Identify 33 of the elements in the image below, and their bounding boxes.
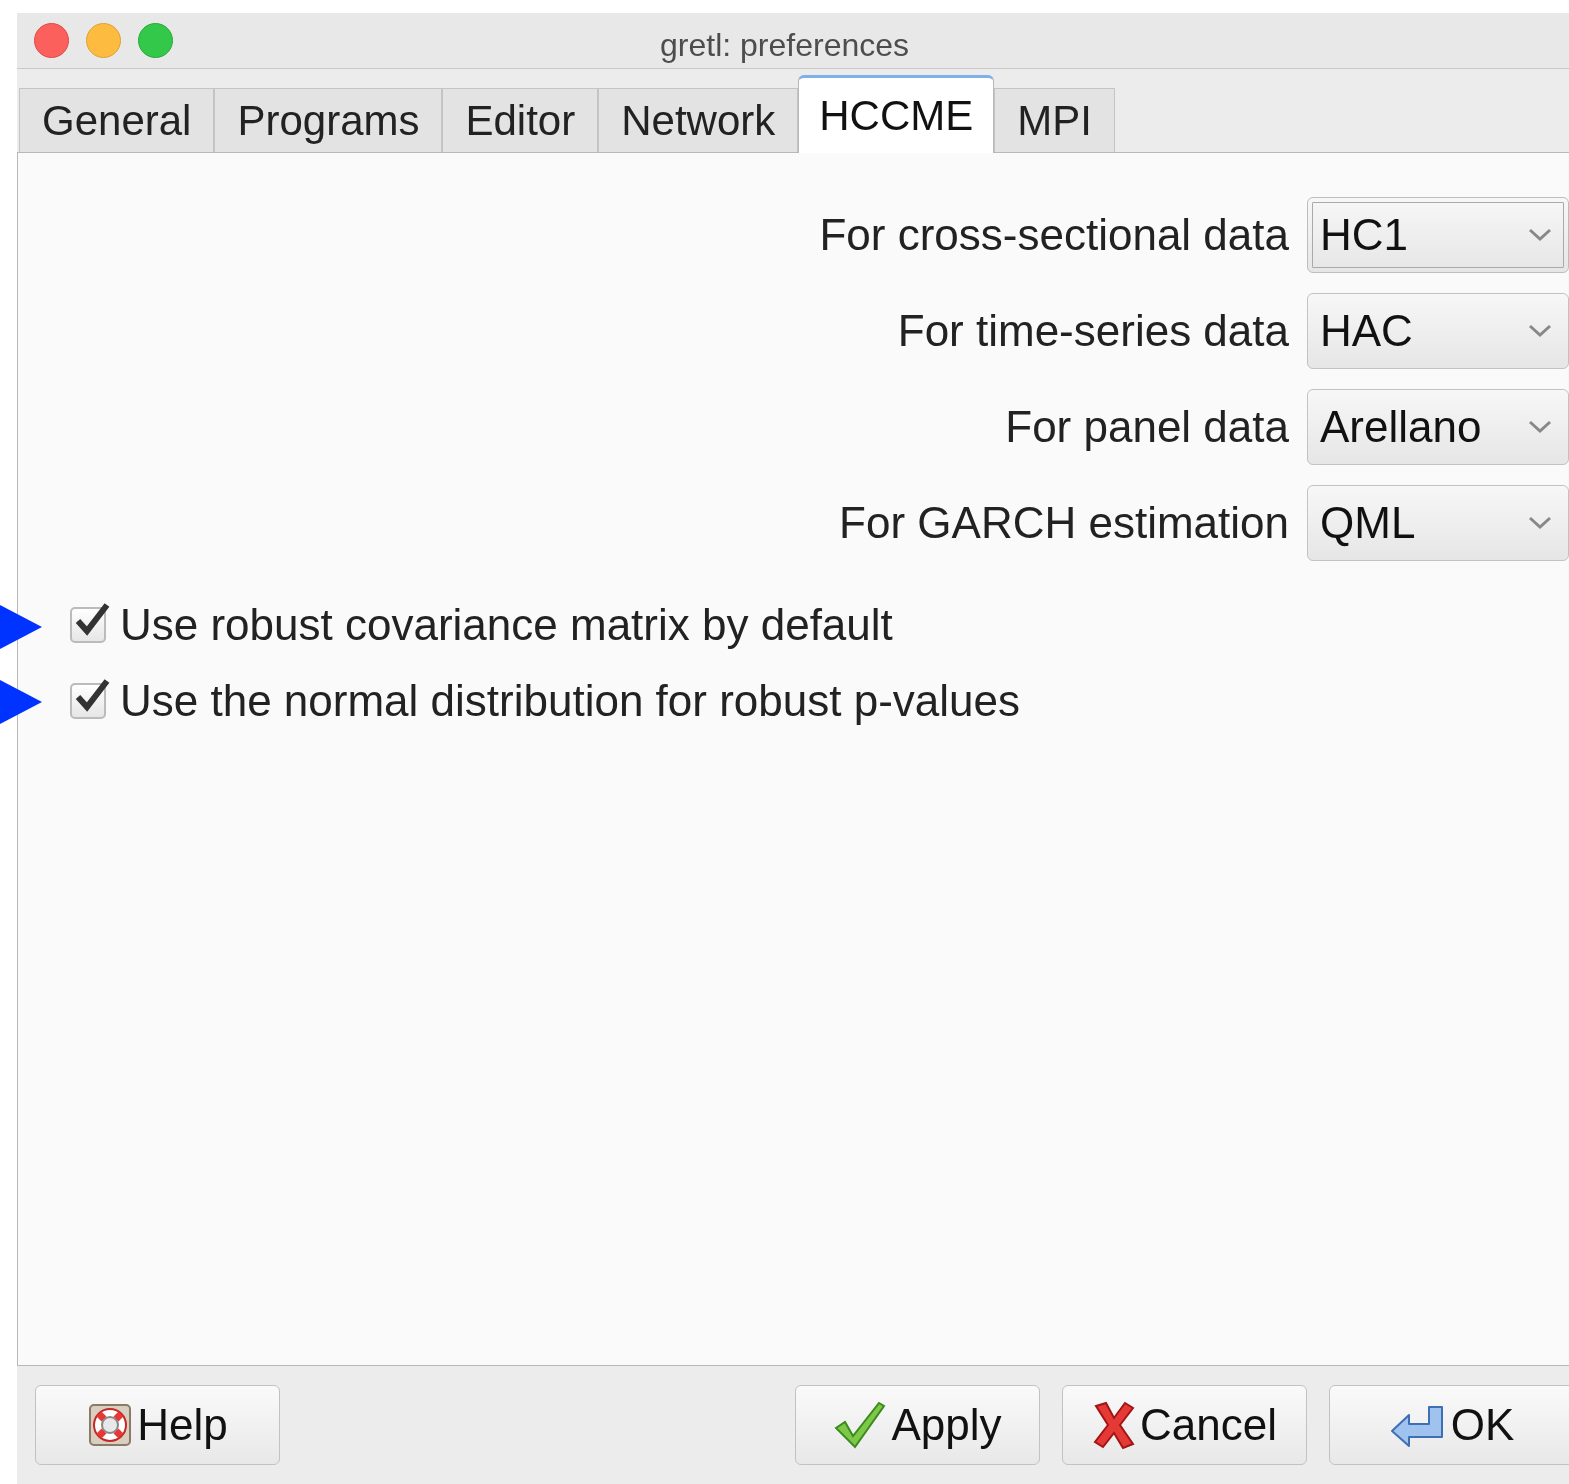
tab[interactable]: Network xyxy=(598,88,799,152)
checkmark-icon xyxy=(74,601,110,637)
setting-label: For panel data xyxy=(1005,401,1289,453)
dialog-button[interactable]: Cancel xyxy=(1062,1385,1307,1465)
tab[interactable]: General xyxy=(19,88,215,152)
chevron-down-icon xyxy=(1528,228,1552,242)
dialog-button[interactable]: Apply xyxy=(795,1385,1040,1465)
checkmark-icon xyxy=(833,1400,888,1450)
close-button[interactable] xyxy=(34,23,69,58)
tab[interactable]: Editor xyxy=(442,88,599,152)
checkmark-icon xyxy=(74,677,110,713)
tab[interactable]: Programs xyxy=(214,88,443,152)
zoom-button[interactable] xyxy=(138,23,173,58)
lifebuoy-icon xyxy=(87,1402,134,1448)
help-button[interactable]: Help xyxy=(35,1385,280,1465)
chevron-down-icon xyxy=(1528,324,1552,338)
tab[interactable]: MPI xyxy=(994,88,1115,152)
dropdown[interactable]: HC1 xyxy=(1307,197,1569,273)
dropdown[interactable]: QML xyxy=(1307,485,1569,561)
x-mark-icon xyxy=(1092,1400,1136,1450)
setting-label: For cross-sectional data xyxy=(819,209,1289,261)
setting-label: For GARCH estimation xyxy=(839,497,1289,549)
chevron-down-icon xyxy=(1528,420,1552,434)
window-title: gretl: preferences xyxy=(660,26,909,65)
chevron-down-icon xyxy=(1528,516,1552,530)
dropdown[interactable]: HAC xyxy=(1307,293,1569,369)
dialog-button[interactable]: OK xyxy=(1329,1385,1569,1465)
tab[interactable]: HCCME xyxy=(798,75,995,153)
checkbox-option[interactable]: Use the normal distribution for robust p-values xyxy=(70,675,1569,727)
dropdown[interactable]: Arellano xyxy=(1307,389,1569,465)
minimize-button[interactable] xyxy=(86,23,121,58)
setting-label: For time-series data xyxy=(897,305,1289,357)
checkbox-option[interactable]: Use robust covariance matrix by default xyxy=(70,599,1569,651)
